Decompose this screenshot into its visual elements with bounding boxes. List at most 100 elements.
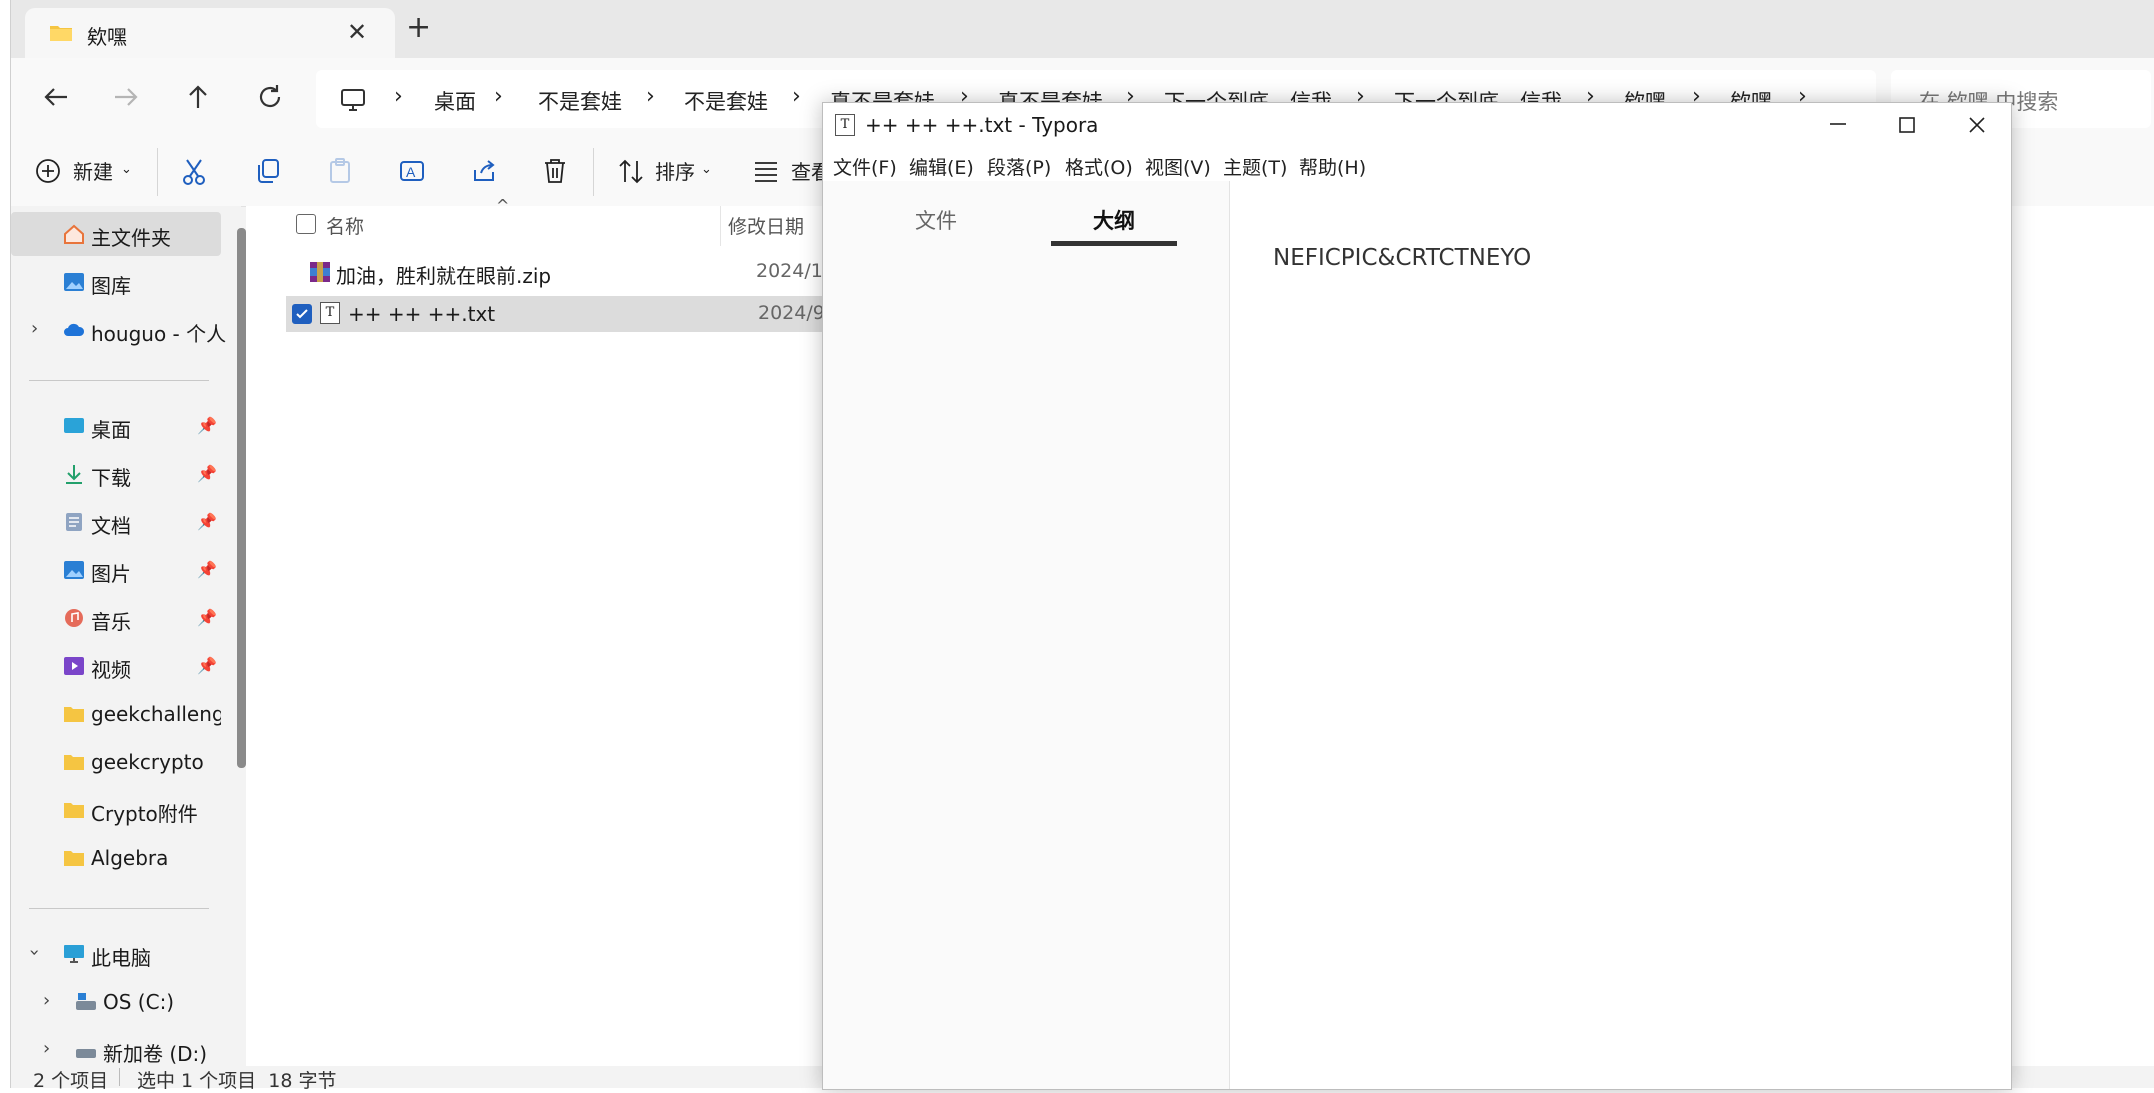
chevron-down-icon[interactable]: ›: [24, 949, 45, 956]
home-icon: [64, 224, 84, 244]
computer-icon: [64, 945, 84, 963]
sidebar-scrollbar[interactable]: [237, 228, 246, 768]
sidebar-item-label: 下载: [91, 466, 131, 490]
folder-icon: [50, 26, 72, 41]
new-tab-button[interactable]: +: [406, 13, 431, 43]
sidebar-item-label: houguo - 个人: [91, 322, 227, 346]
pin-icon[interactable]: 📌: [197, 416, 217, 435]
sidebar-item-folder[interactable]: geekcrypto: [11, 740, 221, 784]
sidebar-item-label: 音乐: [91, 610, 131, 634]
menu-bar: 文件(F) 编辑(E) 段落(P) 格式(O) 视图(V) 主题(T) 帮助(H…: [823, 147, 2011, 181]
sidebar-item-folder[interactable]: Algebra: [11, 836, 221, 880]
divider: [593, 148, 594, 196]
divider: [29, 908, 209, 909]
refresh-icon[interactable]: [255, 82, 285, 112]
pin-icon[interactable]: 📌: [197, 464, 217, 483]
menu-theme[interactable]: 主题(T): [1223, 153, 1287, 180]
sidebar-item-this-pc[interactable]: › 此电脑: [11, 932, 221, 976]
picture-icon: [64, 561, 84, 579]
sidebar-item-desktop[interactable]: 桌面 📌: [11, 404, 221, 448]
pin-icon[interactable]: 📌: [197, 560, 217, 579]
close-icon[interactable]: [1969, 117, 1985, 133]
menu-edit[interactable]: 编辑(E): [909, 153, 974, 180]
table-row[interactable]: 加油，胜利就在眼前.zip 2024/10/19: [276, 254, 876, 290]
breadcrumb-item[interactable]: 不是套娃: [684, 86, 768, 116]
tab-title: 欸嘿: [87, 25, 127, 49]
sidebar-item-music[interactable]: 音乐 📌: [11, 596, 221, 640]
pin-icon[interactable]: 📌: [197, 608, 217, 627]
music-icon: [65, 609, 83, 627]
sidebar-item-label: 图片: [91, 562, 131, 586]
sidebar-item-documents[interactable]: 文档 📌: [11, 500, 221, 544]
tab-outline[interactable]: 大纲: [1093, 205, 1135, 235]
typora-window: T ++ ++ ++.txt - Typora 文件(F) 编辑(E) 段落(P…: [822, 102, 2012, 1090]
selection-info: 选中 1 个项目 18 字节: [137, 1070, 337, 1092]
column-header-name[interactable]: 名称: [326, 212, 364, 239]
sidebar-item-onedrive[interactable]: › houguo - 个人: [11, 308, 226, 352]
column-header-modified[interactable]: 修改日期: [728, 212, 804, 239]
svg-text:A: A: [406, 164, 416, 180]
row-checkbox[interactable]: [292, 304, 312, 324]
share-icon[interactable]: [471, 158, 497, 184]
item-count: 2 个项目: [33, 1070, 109, 1092]
copy-icon[interactable]: [255, 158, 281, 184]
plus-circle-icon: [36, 159, 60, 183]
sidebar-item-label: 新加卷 (D:): [103, 1042, 208, 1066]
chevron-right-icon: ›: [646, 84, 655, 109]
maximize-icon[interactable]: [1899, 117, 1915, 133]
tab-files[interactable]: 文件: [915, 205, 957, 235]
sidebar-item-downloads[interactable]: 下载 📌: [11, 452, 221, 496]
document-icon: [66, 513, 82, 531]
sidebar-item-drive-c[interactable]: › OS (C:): [11, 980, 221, 1024]
sidebar-item-folder[interactable]: Crypto附件: [11, 788, 221, 832]
menu-file[interactable]: 文件(F): [833, 153, 897, 180]
paste-icon[interactable]: [327, 158, 353, 184]
chevron-right-icon[interactable]: ›: [43, 1038, 50, 1059]
sidebar-item-pictures[interactable]: 图片 📌: [11, 548, 221, 592]
sidebar-item-folder[interactable]: geekchallenge: [11, 692, 221, 736]
back-icon[interactable]: [41, 82, 71, 112]
minimize-icon[interactable]: [1829, 119, 1847, 129]
select-all-checkbox[interactable]: [296, 214, 316, 234]
cloud-icon: [64, 323, 85, 336]
sidebar-item-gallery[interactable]: 图库: [11, 260, 221, 304]
up-icon[interactable]: [183, 82, 213, 112]
drive-icon: [76, 1049, 96, 1058]
title-bar[interactable]: T ++ ++ ++.txt - Typora: [823, 103, 2011, 147]
sort-button[interactable]: 排序: [655, 156, 695, 185]
menu-paragraph[interactable]: 段落(P): [987, 153, 1051, 180]
chevron-down-icon[interactable]: ⌄: [121, 162, 132, 177]
pin-icon[interactable]: 📌: [197, 512, 217, 531]
folder-icon: [64, 851, 84, 866]
breadcrumb-item[interactable]: 不是套娃: [538, 86, 622, 116]
forward-icon[interactable]: [111, 82, 141, 112]
close-tab-icon[interactable]: ✕: [347, 18, 367, 46]
editor-content[interactable]: NEFICPIC&CRTCTNEYO: [1273, 245, 1531, 271]
sidebar-item-label: 视频: [91, 658, 131, 682]
tab-current[interactable]: 欸嘿 ✕: [25, 8, 395, 58]
computer-icon: [341, 89, 365, 111]
sidebar-item-label: OS (C:): [103, 990, 175, 1014]
chevron-right-icon[interactable]: ›: [43, 990, 50, 1011]
chevron-right-icon[interactable]: ›: [31, 318, 38, 339]
new-button[interactable]: 新建: [73, 156, 113, 185]
divider: [29, 380, 209, 381]
delete-icon[interactable]: [543, 158, 567, 184]
chevron-down-icon[interactable]: ⌄: [701, 162, 712, 177]
breadcrumb-item[interactable]: 桌面: [434, 86, 476, 116]
sidebar-item-label: 此电脑: [91, 946, 151, 970]
sidebar-item-label: 文档: [91, 514, 131, 538]
pin-icon[interactable]: 📌: [197, 656, 217, 675]
sidebar-item-videos[interactable]: 视频 📌: [11, 644, 221, 688]
divider: [157, 148, 158, 196]
rename-icon[interactable]: A: [399, 158, 427, 184]
table-row[interactable]: T ++ ++ ++.txt 2024/9/7 20: [286, 296, 886, 332]
chevron-right-icon: ›: [792, 84, 801, 109]
navigation-pane: 主文件夹 图库 › houguo - 个人 桌面 📌 下载 📌 文档 📌 图片 …: [11, 206, 241, 1076]
menu-help[interactable]: 帮助(H): [1299, 153, 1366, 180]
sidebar-item-home[interactable]: 主文件夹: [11, 212, 221, 256]
cut-icon[interactable]: [181, 158, 207, 186]
menu-view[interactable]: 视图(V): [1145, 153, 1211, 180]
menu-format[interactable]: 格式(O): [1065, 153, 1133, 180]
sidebar-item-label: Crypto附件: [91, 802, 198, 826]
